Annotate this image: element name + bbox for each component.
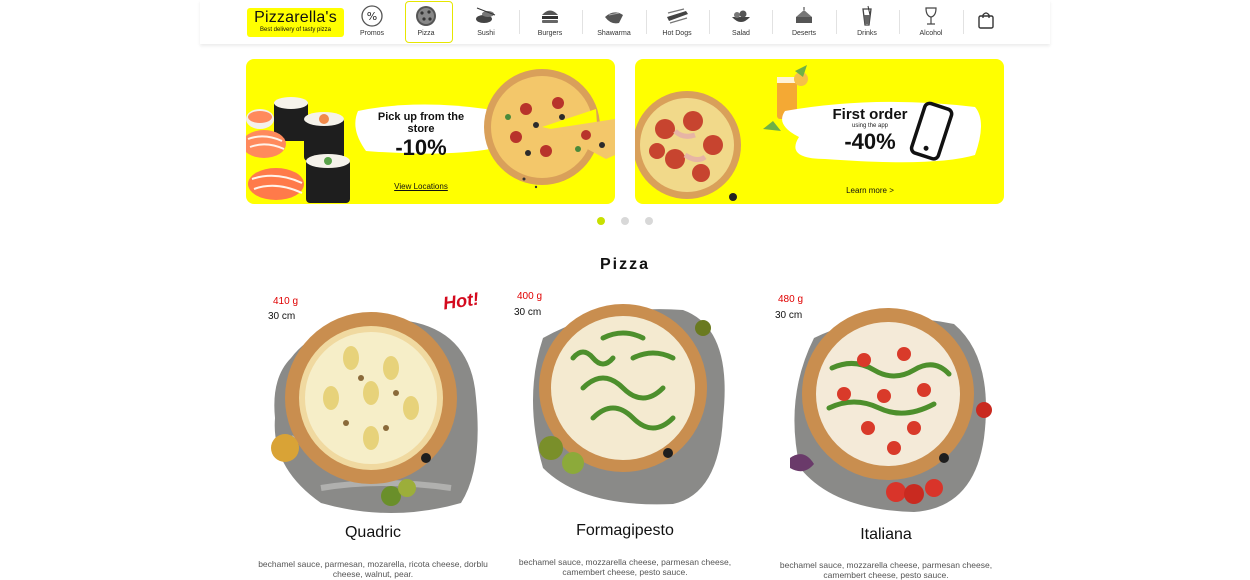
nav-label: Alcohol — [919, 30, 943, 37]
pizza-image — [271, 312, 478, 513]
drinks-icon — [862, 5, 872, 26]
percent-icon: % — [361, 5, 383, 27]
alcohol-icon — [925, 7, 937, 25]
carousel-dot-3[interactable] — [645, 217, 653, 225]
nav-item-pizza[interactable]: Pizza — [395, 0, 457, 44]
product-card-formagipesto[interactable]: 400 g 30 cm Formagipesto bechamel sauce,… — [505, 288, 745, 580]
pizza-image — [533, 304, 725, 505]
nav-label: Sushi — [477, 30, 495, 37]
nav-label: Burgers — [537, 30, 563, 37]
nav-label: Pizza — [417, 30, 435, 37]
product-name: Italiana — [860, 526, 912, 543]
product-description: bechamel sauce, mozzarella cheese, parme… — [779, 560, 993, 580]
nav-item-salad[interactable]: Salad — [710, 0, 772, 44]
banner-link-wrap: Learn more > — [846, 186, 894, 195]
promo-banner-first-order[interactable]: First order using the app -40% Learn mor… — [635, 59, 1004, 204]
section-title: Pizza — [599, 256, 650, 273]
sushi-icon — [476, 7, 496, 23]
nav-label: Salad — [732, 30, 750, 37]
nav-item-burgers[interactable]: Burgers — [519, 0, 581, 44]
banner-first-order-content: First order using the app -40% — [825, 106, 915, 155]
nav-label: Hot Dogs — [662, 30, 692, 37]
hot-dog-icon — [667, 8, 688, 24]
product-name: Formagipesto — [576, 522, 674, 539]
banner-pickup-content: Pick up from the store -10% — [366, 111, 476, 161]
banner-discount: -10% — [395, 135, 447, 160]
nav-label: Promos — [359, 30, 385, 37]
nav-label: Deserts — [791, 30, 817, 37]
pizza-image — [790, 308, 992, 512]
product-name: Quadric — [344, 524, 402, 541]
banner-link-wrap: View Locations — [386, 176, 456, 194]
carousel-dot-2[interactable] — [621, 217, 629, 225]
pizza-illustration — [484, 69, 615, 189]
pizza-icon — [416, 6, 436, 26]
banner-discount: -40% — [844, 129, 896, 154]
salad-icon — [732, 10, 750, 22]
category-nav: % Promos Pizza Sushi Burgers Shawarma Ho… — [200, 0, 1050, 44]
top-navigation-bar: Pizzarella's Best delivery of tasty pizz… — [200, 0, 1050, 44]
nav-label: Shawarma — [597, 30, 631, 37]
product-description: bechamel sauce, parmesan, mozarella, ric… — [258, 559, 488, 579]
nav-divider — [963, 10, 964, 34]
nav-label: Drinks — [857, 30, 877, 37]
nav-item-alcohol[interactable]: Alcohol — [900, 0, 962, 44]
burger-icon — [542, 10, 558, 23]
slide-indicator-dot — [729, 193, 737, 201]
nav-item-promos[interactable]: % Promos — [341, 0, 403, 44]
nav-item-drinks[interactable]: Drinks — [836, 0, 898, 44]
nav-item-shawarma[interactable]: Shawarma — [583, 0, 645, 44]
dessert-icon — [796, 7, 812, 23]
product-card-italiana[interactable]: 480 g 30 cm Italiana bechamel sauce, moz… — [766, 288, 1006, 580]
learn-more-link[interactable]: Learn more — [846, 186, 887, 195]
promo-banner-pickup[interactable]: Pick up from the store -10% View Locatio… — [246, 59, 615, 204]
banner-title: Pick up from the store — [377, 111, 465, 135]
svg-text:%: % — [367, 10, 377, 23]
product-card-quadric[interactable]: 410 g 30 cm Hot! Quadric bechamel sauce,… — [253, 288, 493, 580]
banner-title: First order — [832, 106, 908, 123]
nav-item-sushi[interactable]: Sushi — [455, 0, 517, 44]
shopping-bag-icon[interactable] — [978, 11, 994, 29]
carousel-dot-1[interactable] — [597, 217, 605, 225]
shawarma-icon — [605, 12, 623, 24]
nav-item-deserts[interactable]: Deserts — [773, 0, 835, 44]
carousel-pagination — [597, 217, 657, 227]
page: Pizzarella's Best delivery of tasty pizz… — [0, 0, 1250, 580]
view-locations-link[interactable]: View Locations — [394, 182, 448, 191]
pizza-and-drink-illustration — [635, 65, 981, 199]
product-description: bechamel sauce, mozzarella cheese, parme… — [518, 557, 732, 577]
nav-item-hot-dogs[interactable]: Hot Dogs — [646, 0, 708, 44]
